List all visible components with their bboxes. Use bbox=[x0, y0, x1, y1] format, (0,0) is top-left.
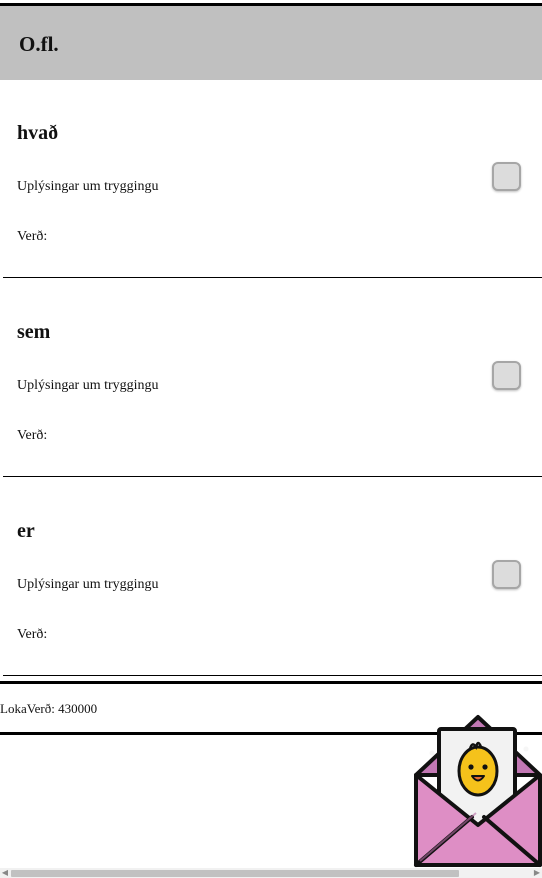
scroll-right-icon[interactable]: ▶ bbox=[532, 868, 542, 878]
page-header: O.fl. bbox=[0, 6, 542, 80]
item-title: er bbox=[17, 520, 35, 542]
scrollbar-thumb[interactable] bbox=[11, 870, 459, 877]
item-checkbox[interactable] bbox=[492, 162, 521, 191]
item-title: sem bbox=[17, 321, 51, 343]
item-checkbox[interactable] bbox=[492, 560, 521, 589]
insurance-item: er Uplýsingar um tryggingu Verð: bbox=[0, 477, 542, 676]
page-title: O.fl. bbox=[19, 32, 59, 56]
item-info-label: Uplýsingar um tryggingu bbox=[17, 179, 159, 194]
item-price-label: Verð: bbox=[17, 428, 48, 443]
envelope-chick-icon[interactable] bbox=[412, 713, 542, 868]
item-price-label: Verð: bbox=[17, 229, 48, 244]
total-price: LokaVerð: 430000 bbox=[0, 701, 98, 716]
item-info-label: Uplýsingar um tryggingu bbox=[17, 378, 159, 393]
insurance-item: sem Uplýsingar um tryggingu Verð: bbox=[0, 278, 542, 477]
item-price-label: Verð: bbox=[17, 627, 48, 642]
item-divider bbox=[3, 675, 542, 676]
total-top-rule bbox=[0, 681, 542, 684]
horizontal-scrollbar[interactable]: ◀ ▶ bbox=[0, 868, 542, 878]
item-checkbox[interactable] bbox=[492, 361, 521, 390]
item-title: hvað bbox=[17, 122, 59, 144]
insurance-item: hvað Uplýsingar um tryggingu Verð: bbox=[0, 79, 542, 278]
item-info-label: Uplýsingar um tryggingu bbox=[17, 577, 159, 592]
scroll-left-icon[interactable]: ◀ bbox=[0, 868, 10, 878]
